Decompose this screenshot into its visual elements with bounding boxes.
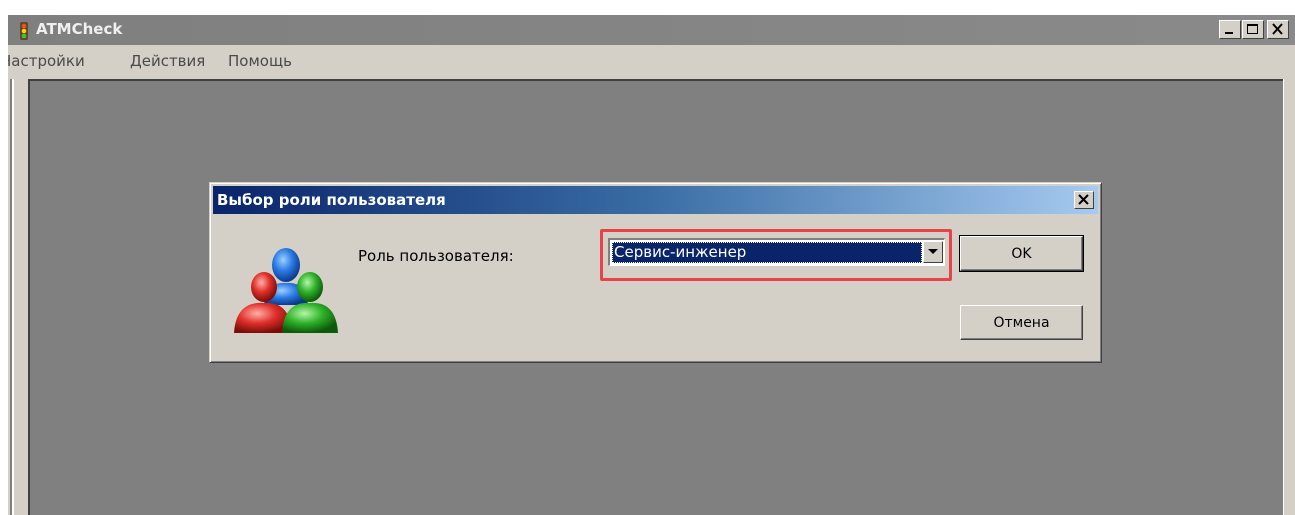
close-button[interactable]: [1267, 20, 1289, 39]
menu-settings[interactable]: Настройки: [8, 52, 85, 70]
dialog-title: Выбор роли пользователя: [217, 191, 446, 209]
role-select-value[interactable]: Сервис-инженер: [612, 242, 922, 263]
menu-actions[interactable]: Действия: [130, 52, 205, 70]
minimize-button[interactable]: [1219, 20, 1241, 39]
traffic-light-icon: [20, 22, 28, 40]
dialog-close-button[interactable]: [1074, 191, 1094, 209]
maximize-button[interactable]: [1242, 20, 1264, 39]
close-icon: [1078, 194, 1089, 205]
close-icon: [1272, 23, 1283, 35]
minimize-icon: [1225, 32, 1233, 34]
maximize-icon: [1247, 24, 1258, 34]
role-label: Роль пользователя:: [358, 247, 514, 265]
right-frame: [1283, 79, 1295, 515]
role-selection-dialog: Выбор роли пользователя Роль пользовател…: [209, 182, 1102, 363]
role-select[interactable]: Сервис-инженер: [608, 238, 945, 266]
menubar: Настройки Действия Помощь: [8, 45, 1295, 76]
chevron-down-icon: [928, 249, 938, 254]
dialog-titlebar[interactable]: Выбор роли пользователя: [213, 186, 1098, 214]
ok-button[interactable]: OK: [959, 235, 1084, 272]
cancel-button[interactable]: Отмена: [960, 305, 1083, 340]
app-titlebar[interactable]: ATMCheck: [8, 15, 1295, 45]
menu-help[interactable]: Помощь: [228, 52, 292, 70]
users-group-icon: [234, 248, 338, 333]
app-title: ATMCheck: [36, 20, 123, 38]
left-frame-highlight: [12, 79, 14, 515]
role-select-dropdown-button[interactable]: [923, 241, 943, 263]
